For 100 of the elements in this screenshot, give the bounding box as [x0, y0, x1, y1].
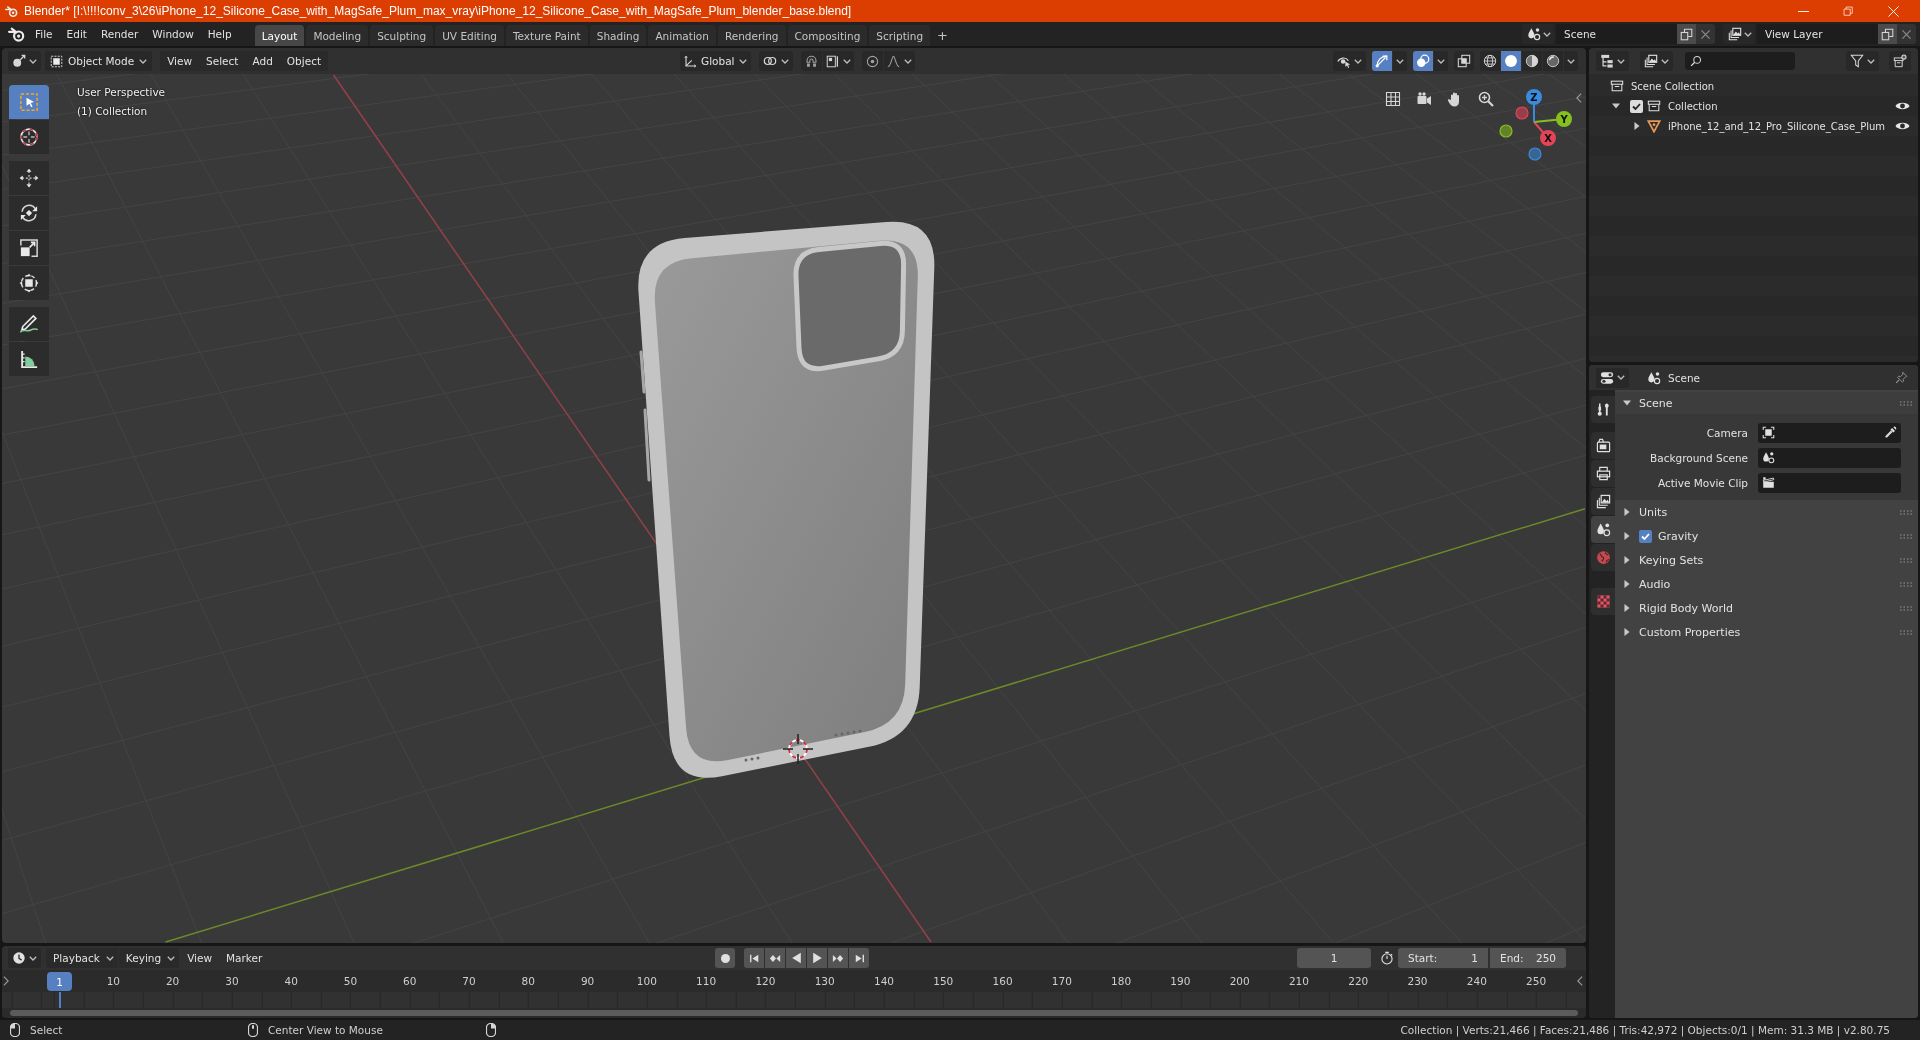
workspace-tab[interactable]: UV Editing [435, 25, 504, 46]
subpanel-header[interactable]: Rigid Body World [1615, 596, 1918, 620]
menu-item[interactable]: Help [200, 24, 239, 44]
mode-dropdown[interactable]: Object Mode [45, 51, 153, 71]
pivot-dropdown[interactable] [758, 51, 793, 71]
axis-handle[interactable]: Z [1526, 89, 1542, 123]
view-layer-name-field[interactable]: View Layer [1757, 24, 1878, 44]
subpanel-header[interactable]: Custom Properties [1615, 620, 1918, 644]
menu-item[interactable]: Object [279, 51, 329, 71]
display-mode-dropdown[interactable] [1640, 51, 1673, 71]
jump-end-button[interactable] [849, 948, 870, 968]
data-field[interactable] [1758, 422, 1901, 443]
subpanel-header[interactable]: Gravity [1615, 524, 1918, 548]
scene-name-field[interactable]: Scene [1556, 24, 1677, 44]
chevron-left-icon[interactable] [1576, 93, 1582, 103]
properties-tab[interactable] [1591, 488, 1615, 515]
shading-mode-button[interactable] [1543, 51, 1563, 71]
options-dropdown[interactable] [1434, 51, 1448, 71]
grid-icon[interactable] [1385, 91, 1401, 107]
app-logo-icon[interactable] [8, 25, 25, 43]
chevron-right-icon[interactable] [3, 976, 9, 986]
axis-handle[interactable]: X [1533, 121, 1556, 146]
viewport-canvas[interactable]: User Perspective (1) Collection X Y Z [2, 74, 1586, 943]
axis-dot-icon[interactable] [1515, 106, 1529, 120]
properties-tab[interactable] [1591, 432, 1615, 459]
menu-item[interactable]: File [28, 24, 60, 44]
editor-type-button[interactable] [1596, 51, 1629, 71]
scene-browse-button[interactable] [1522, 24, 1554, 44]
cursor-tool[interactable] [9, 120, 49, 154]
editor-type-button[interactable] [8, 51, 41, 71]
current-frame-field[interactable]: 1 [1297, 948, 1371, 968]
menu-item[interactable]: Render [93, 24, 146, 44]
eye-icon[interactable] [1895, 121, 1910, 131]
shading-options-dropdown[interactable] [1564, 51, 1578, 71]
workspace-tab[interactable]: Compositing [787, 25, 868, 46]
new-view-layer-button[interactable] [1878, 24, 1897, 44]
subpanel-header[interactable]: Keying Sets [1615, 548, 1918, 572]
axis-handle[interactable]: Y [1533, 111, 1572, 127]
subpanel-header[interactable]: Audio [1615, 572, 1918, 596]
end-frame-field[interactable]: End: 250 [1490, 948, 1566, 968]
workspace-tab[interactable]: Rendering [717, 25, 786, 46]
visibility-dropdown[interactable] [1333, 51, 1366, 71]
menu-item[interactable]: Edit [59, 24, 94, 44]
axis-dot-icon[interactable] [1528, 147, 1542, 161]
outliner-item[interactable]: Scene Collection [1631, 80, 1715, 92]
data-field[interactable] [1758, 472, 1901, 493]
subpanel-header[interactable]: Units [1615, 500, 1918, 524]
options-dropdown[interactable] [1393, 51, 1407, 71]
scrollbar[interactable] [10, 1010, 1578, 1016]
menu-dropdown[interactable]: Keying [118, 948, 180, 968]
camera-icon[interactable] [1416, 91, 1432, 107]
current-frame-indicator[interactable]: 1 [47, 972, 72, 991]
checkbox[interactable] [1630, 99, 1643, 113]
workspace-tab[interactable]: Modeling [306, 25, 369, 46]
play-button[interactable] [807, 948, 828, 968]
new-collection-button[interactable] [1889, 51, 1911, 71]
xray-toggle[interactable] [1454, 51, 1474, 71]
workspace-tab[interactable]: Texture Paint [505, 25, 588, 46]
checkbox[interactable] [1639, 529, 1652, 543]
zoom-icon[interactable] [1478, 91, 1494, 107]
snap-element-dropdown[interactable] [822, 51, 854, 71]
eyedropper-icon[interactable] [1884, 426, 1897, 439]
menu-dropdown[interactable]: Playback [46, 948, 118, 968]
new-scene-button[interactable] [1677, 24, 1696, 44]
previous-keyframe-button[interactable] [765, 948, 786, 968]
play-reverse-button[interactable] [786, 948, 807, 968]
orientation-dropdown[interactable]: Global [680, 51, 751, 71]
add-workspace-button[interactable]: + [932, 25, 953, 46]
view-layer-browse-button[interactable] [1723, 24, 1755, 44]
chevron-left-icon[interactable] [1577, 976, 1583, 986]
stopwatch-icon[interactable] [1380, 951, 1394, 965]
annotate-tool[interactable] [9, 307, 49, 341]
start-frame-field[interactable]: Start: 1 [1398, 948, 1488, 968]
outliner-item[interactable]: iPhone_12_and_12_Pro_Silicone_Case_Plum [1668, 120, 1886, 132]
editor-type-button[interactable] [1596, 367, 1629, 388]
eye-icon[interactable] [1895, 101, 1910, 111]
proportional-edit-toggle[interactable] [861, 51, 883, 71]
overlays-toggle[interactable] [1413, 51, 1433, 71]
menu-item[interactable]: View [160, 51, 200, 71]
search-field[interactable] [1685, 52, 1795, 70]
falloff-dropdown[interactable] [883, 51, 915, 71]
measure-tool[interactable] [9, 342, 49, 376]
workspace-tab[interactable]: Layout [254, 25, 305, 46]
minimize-icon[interactable] [1798, 10, 1809, 12]
record-button[interactable] [715, 948, 736, 968]
close-icon[interactable] [1888, 5, 1899, 17]
snap-toggle[interactable] [800, 51, 822, 71]
playhead-line[interactable] [58, 992, 61, 1008]
menu-item[interactable]: View [180, 948, 220, 968]
menu-item[interactable]: Select [199, 51, 246, 71]
properties-tab[interactable] [1591, 460, 1615, 487]
outliner-item[interactable]: Collection [1668, 100, 1718, 112]
expand-arrow-icon[interactable] [1633, 122, 1641, 130]
filter-dropdown[interactable] [1846, 51, 1879, 71]
menu-item[interactable]: Window [145, 24, 201, 44]
rotate-tool[interactable] [9, 196, 49, 230]
workspace-tab[interactable]: Sculpting [370, 25, 434, 46]
properties-tab[interactable] [1591, 516, 1615, 543]
workspace-tab[interactable]: Scripting [869, 25, 931, 46]
collapse-arrow-icon[interactable] [1612, 102, 1620, 110]
